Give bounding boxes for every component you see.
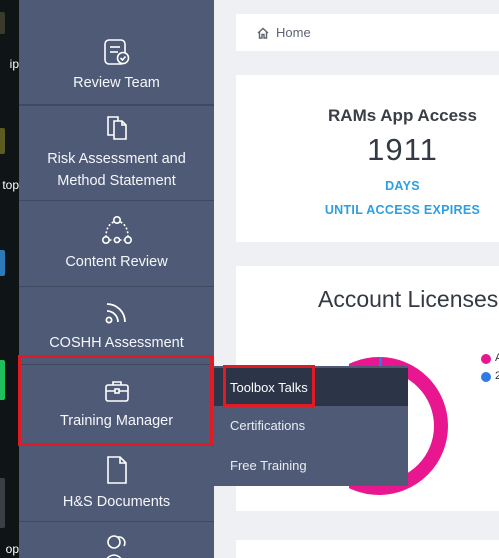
home-icon[interactable] <box>256 26 270 40</box>
workflow-icon <box>100 215 134 245</box>
sidebar-item-label: Training Manager <box>59 413 174 429</box>
sidebar-item-coshh-assessment[interactable]: COSHH Assessment <box>19 287 214 365</box>
desktop-icon[interactable] <box>0 12 5 34</box>
sidebar-item-training-manager[interactable]: Training Manager <box>19 365 214 446</box>
access-expiry-label: UNTIL ACCESS EXPIRES <box>324 203 481 217</box>
breadcrumb: Home <box>236 14 499 51</box>
users-icon <box>102 532 132 558</box>
bottom-card <box>236 540 499 558</box>
legend-label: A <box>495 352 499 364</box>
account-licenses-title: Account Licenses <box>318 286 499 312</box>
desktop-strip: ip top op <box>0 0 19 558</box>
desktop-label: op <box>5 542 19 556</box>
legend-label: 2 <box>495 370 499 382</box>
app-access-title: RAMs App Access <box>328 106 477 125</box>
days-remaining-count: 1911 <box>367 132 438 167</box>
legend-dot-blue <box>481 372 491 382</box>
sidebar-item-review-team[interactable]: Review Team <box>19 26 214 106</box>
legend-dot-pink <box>481 354 491 364</box>
desktop-icon[interactable] <box>0 250 5 276</box>
sidebar-item-label: H&S Documents <box>62 493 171 510</box>
sidebar-item-content-review[interactable]: Content Review <box>19 201 214 287</box>
rss-feed-icon <box>103 298 131 326</box>
submenu-item-certifications[interactable]: Certifications <box>214 406 408 444</box>
desktop-icon[interactable] <box>0 360 5 400</box>
desktop-icon[interactable] <box>0 478 5 528</box>
app-access-card: RAMs App Access 1911 DAYS UNTIL ACCESS E… <box>236 75 499 242</box>
sidebar-item-risk-assessment[interactable]: Risk Assessment and Method Statement <box>19 106 214 201</box>
breadcrumb-home-link[interactable]: Home <box>276 25 311 40</box>
sidebar-item-label: Review Team <box>73 74 160 91</box>
document-icon <box>105 455 129 485</box>
sidebar-item-users[interactable] <box>19 522 214 558</box>
sidebar: Review Team Risk Assessment and Method S… <box>19 0 214 558</box>
desktop-label: top <box>2 178 19 192</box>
days-unit-label: DAYS <box>385 179 420 193</box>
training-manager-submenu: Toolbox Talks Certifications Free Traini… <box>214 366 408 486</box>
review-document-icon <box>102 38 132 66</box>
sidebar-item-label: COSHH Assessment <box>49 334 184 351</box>
sidebar-item-label: Risk Assessment and Method Statement <box>47 151 186 189</box>
sidebar-item-label: Content Review <box>65 253 168 270</box>
sidebar-item-hs-documents[interactable]: H&S Documents <box>19 446 214 522</box>
submenu-item-toolbox-talks[interactable]: Toolbox Talks <box>214 368 408 406</box>
copy-documents-icon <box>103 114 131 142</box>
desktop-label: ip <box>9 57 19 71</box>
desktop-icon[interactable] <box>0 128 5 154</box>
submenu-item-free-training[interactable]: Free Training <box>214 446 408 484</box>
briefcase-icon <box>103 378 131 404</box>
